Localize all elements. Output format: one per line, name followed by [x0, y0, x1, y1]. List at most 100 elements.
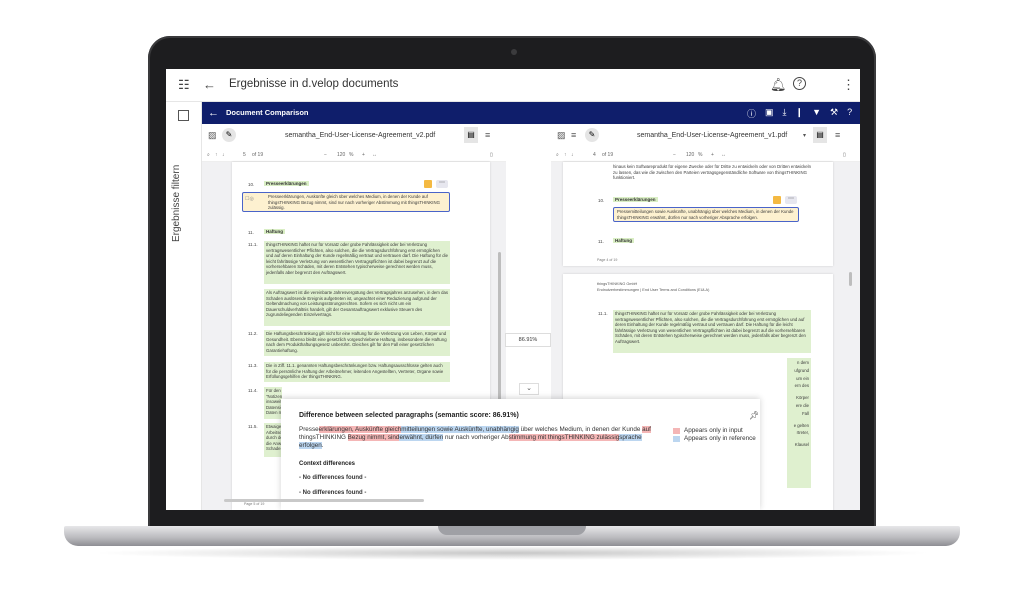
- filter-icon[interactable]: ▼: [812, 107, 821, 120]
- paragraph-number: 11.4.: [248, 388, 258, 393]
- image-toggle-icon[interactable]: ▨: [208, 130, 217, 141]
- list-icon[interactable]: ≡: [835, 130, 840, 140]
- chevron-down-icon[interactable]: ⌄: [519, 383, 539, 395]
- matched-paragraph[interactable]: thingsTHINKING haftet nur für Vorsatz od…: [613, 310, 811, 353]
- comparison-toolbar: ← Document Comparison ⓘ ▣ ⤓ ❙ ▼ ⚒ ?: [202, 102, 860, 124]
- page-subtitle: Endnutzerbestimmungen | End User Terms a…: [597, 288, 710, 292]
- page-number[interactable]: 4: [593, 152, 596, 158]
- legend-input: Appears only in input: [673, 427, 743, 434]
- edge-fragment: Fall: [802, 410, 809, 416]
- more-vert-icon[interactable]: ⋮: [842, 78, 855, 91]
- difference-panel: Difference between selected paragraphs (…: [281, 399, 760, 510]
- page-company: thingsTHINKING GmbH: [597, 282, 638, 286]
- diff-segment-input: Bezug nimmt, sind: [347, 434, 400, 441]
- page-number[interactable]: 5: [243, 152, 246, 158]
- diff-segment-input: stimmung mit thingsTHINKING zulässig: [508, 434, 620, 441]
- prev-page-icon[interactable]: ↑: [564, 152, 567, 158]
- zoom-out-icon[interactable]: −: [673, 152, 676, 158]
- matched-paragraph[interactable]: thingsTHINKING haftet nur für Vorsatz od…: [264, 241, 450, 284]
- zoom-in-icon[interactable]: +: [711, 152, 714, 158]
- toolbar-help-icon[interactable]: ?: [847, 107, 852, 120]
- section-heading: Haftung: [613, 238, 634, 243]
- paragraph-number: 11.2.: [248, 331, 258, 336]
- back-arrow-icon[interactable]: ←: [203, 78, 216, 91]
- info-icon[interactable]: ⓘ: [747, 107, 756, 120]
- section-heading: Presseerklärungen: [264, 181, 309, 186]
- document-icon[interactable]: ▤: [813, 127, 827, 143]
- apps-grid-icon[interactable]: ☷: [178, 78, 190, 91]
- chart-icon[interactable]: ❙: [796, 107, 804, 120]
- checkbox-icon[interactable]: ☐◎: [245, 196, 254, 203]
- next-page-icon[interactable]: ↓: [571, 152, 574, 158]
- document-icon[interactable]: ▤: [464, 127, 478, 143]
- matched-paragraph-edge[interactable]: n dem ufgrund um ein ern des Körper ere …: [787, 358, 811, 488]
- zoom-out-icon[interactable]: −: [324, 152, 327, 158]
- page-title: Ergebnisse in d.velop documents: [229, 78, 399, 90]
- matched-paragraph[interactable]: Als Auftragswert ist die vereinbarte Jah…: [264, 289, 450, 326]
- diff-segment: Presse: [299, 426, 319, 433]
- fit-width-icon[interactable]: ↔: [721, 152, 726, 158]
- diff-segment-reference: mitteilungen sowie Auskünfte, unabhängig: [401, 426, 519, 433]
- sidebar-panel-icon[interactable]: ▯: [843, 152, 846, 158]
- dropdown-chevron-icon[interactable]: ▾: [803, 132, 806, 139]
- horizontal-scrollbar[interactable]: [224, 499, 424, 502]
- fit-width-icon[interactable]: ↔: [372, 152, 377, 158]
- zoom-value[interactable]: 120: [686, 152, 694, 158]
- legend-reference: Appears only in reference: [673, 435, 756, 442]
- selected-paragraph-text: Presseerklärungen, Auskünfte gleich über…: [268, 194, 440, 211]
- left-scrollbar[interactable]: [498, 252, 501, 422]
- selected-paragraph-left[interactable]: ☐◎ Presseerklärungen, Auskünfte gleich ü…: [242, 192, 450, 212]
- diff-segment: nur nach vorheriger Ab: [443, 434, 509, 441]
- flag-badge[interactable]: [424, 180, 432, 188]
- diff-segment-reference: erwähnt, dürfen: [399, 434, 444, 441]
- zoom-value[interactable]: 120: [337, 152, 345, 158]
- paragraph-number: 11.1.: [598, 311, 608, 316]
- edge-fragment: ere die: [795, 402, 809, 408]
- edit-pen-icon[interactable]: ✎: [222, 128, 236, 142]
- matched-paragraph-partial[interactable]: Etwaige Arbeitse durch de die Anw Schade…: [264, 423, 282, 457]
- right-filename[interactable]: semantha_End-User-License-Agreement_v1.p…: [637, 132, 787, 139]
- matched-paragraph-partial[interactable]: Für den "Notizen insoweit Datensic Daten…: [264, 387, 282, 419]
- more-horiz-icon[interactable]: ⋯: [785, 196, 797, 204]
- semantic-score-badge[interactable]: 86.91%: [505, 333, 551, 347]
- search-icon[interactable]: ⌕: [207, 152, 210, 158]
- edit-pen-icon[interactable]: ✎: [585, 128, 599, 142]
- difference-title: Difference between selected paragraphs (…: [299, 412, 519, 419]
- toolbar-back-icon[interactable]: ←: [208, 107, 219, 119]
- left-pager: ⌕ ↑ ↓ 5 of 19 − 120 % + ↔ ▯: [202, 148, 506, 162]
- pin-icon[interactable]: 📌︎: [749, 411, 759, 420]
- save-icon[interactable]: ▣: [765, 107, 774, 120]
- zoom-in-icon[interactable]: +: [362, 152, 365, 158]
- matched-paragraph[interactable]: Die in Ziff. 11.1. genannten Haftungsbes…: [264, 362, 450, 382]
- next-page-icon[interactable]: ↓: [222, 152, 225, 158]
- prev-page-icon[interactable]: ↑: [215, 152, 218, 158]
- right-scrollbar[interactable]: [849, 272, 852, 286]
- selected-paragraph-right[interactable]: Pressemitteilungen sowie Auskünfte, unab…: [613, 207, 799, 222]
- download-icon[interactable]: ⤓: [783, 107, 787, 120]
- legend-input-label: Appears only in input: [684, 427, 743, 434]
- laptop-shadow: [90, 546, 934, 560]
- paragraph-number: 11.3.: [248, 363, 258, 368]
- left-filename: semantha_End-User-License-Agreement_v2.p…: [285, 132, 436, 139]
- image-toggle-icon[interactable]: ▨: [557, 130, 566, 141]
- help-icon[interactable]: ?: [793, 77, 806, 90]
- right-pager: ⌕ ↑ ↓ 4 of 19 − 120 % + ↔ ▯: [551, 148, 860, 162]
- bell-icon[interactable]: 🔔︎: [770, 78, 787, 91]
- wrench-icon[interactable]: ⚒: [830, 107, 838, 120]
- edge-fragment: n dem: [797, 360, 809, 365]
- sidebar-toggle-icon[interactable]: [178, 110, 189, 121]
- compare-list-icon[interactable]: ≡: [571, 130, 576, 140]
- section-heading: Haftung: [264, 229, 285, 234]
- page-footer: Page 5 of 19: [244, 502, 265, 506]
- edge-fragment: um ein: [796, 375, 809, 381]
- matched-paragraph[interactable]: Die Haftungsbeschränkung gilt nicht für …: [264, 330, 450, 356]
- section-number: 10.: [598, 198, 605, 203]
- flag-badge[interactable]: [773, 196, 781, 204]
- diff-segment: .: [321, 442, 324, 449]
- section-heading: Presseerklärungen: [613, 197, 658, 202]
- list-icon[interactable]: ≡: [485, 130, 490, 140]
- sidebar-panel-icon[interactable]: ▯: [490, 152, 493, 158]
- sidebar-label[interactable]: Ergebnisse filtern: [171, 165, 182, 242]
- search-icon[interactable]: ⌕: [556, 152, 559, 158]
- more-horiz-icon[interactable]: ⋯: [436, 180, 448, 188]
